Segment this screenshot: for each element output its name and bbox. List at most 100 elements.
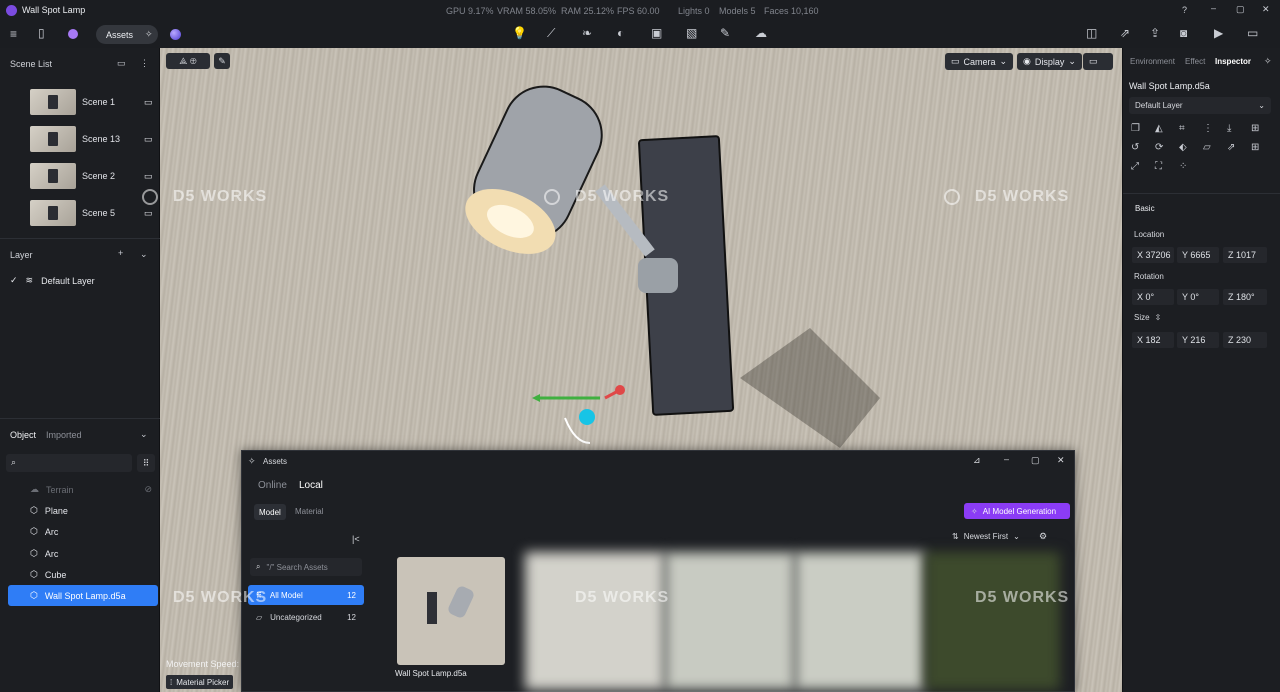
refresh-icon[interactable]: ⟳ — [1155, 142, 1179, 153]
grid-view-button[interactable]: ⠿ — [137, 454, 155, 472]
share-icon[interactable]: ⇗ — [1227, 142, 1251, 153]
pattern-tool-icon[interactable]: ▧ — [686, 26, 697, 40]
lock-ratio-icon[interactable]: ⇳ — [1155, 313, 1162, 322]
hidden-icon[interactable]: ⊘ — [144, 484, 152, 495]
chevron-down-icon[interactable]: ⌄ — [140, 249, 148, 260]
filter-icon[interactable]: ⚙ — [1039, 531, 1047, 542]
object-item-cube[interactable]: ⬡ Cube — [8, 564, 158, 585]
sphere-icon[interactable] — [170, 29, 181, 40]
folder-icon[interactable]: ▱ — [1203, 142, 1227, 153]
mirror-icon[interactable]: ◭ — [1155, 123, 1179, 134]
tab-environment[interactable]: Environment — [1130, 57, 1175, 66]
object-item-wall-spot-lamp[interactable]: ⬡ Wall Spot Lamp.d5a — [8, 585, 158, 606]
tab-effect[interactable]: Effect — [1185, 57, 1205, 66]
leaf-tool-icon[interactable]: ❧ — [582, 26, 592, 40]
assets-button[interactable]: Assets ✧ — [96, 25, 158, 44]
video-tool-icon[interactable]: ▣ — [651, 26, 662, 40]
focus-icon[interactable]: ⌗ — [1179, 123, 1203, 134]
camera-icon[interactable]: ◙ — [1180, 26, 1187, 40]
help-icon[interactable]: ? — [1182, 5, 1187, 15]
cloud-tool-icon[interactable]: ☁ — [755, 26, 767, 40]
layer-item[interactable]: ✓ ≋ Default Layer — [10, 275, 95, 286]
object-item-arc[interactable]: ⬡ Arc — [8, 521, 158, 542]
export-icon[interactable]: ⇗ — [1120, 26, 1130, 40]
collapse-sidebar-icon[interactable]: |< — [352, 534, 360, 544]
material-picker-button[interactable]: ⁞ Material Picker — [166, 675, 234, 689]
scene-item[interactable]: Scene 2 ▭ — [30, 162, 153, 190]
pen-tool-icon[interactable]: ✎ — [720, 26, 730, 40]
tab-material[interactable]: Material — [295, 507, 323, 516]
copy-icon[interactable]: ❐ — [1131, 123, 1155, 134]
location-z-input[interactable]: Z 1017 — [1223, 247, 1267, 263]
maximize-icon[interactable]: ▢ — [1236, 4, 1245, 15]
fire-tool-icon[interactable]: ◐ — [617, 26, 624, 40]
path-tool-icon[interactable]: ⟋ — [547, 26, 555, 41]
asset-thumbnail-blurred[interactable] — [665, 552, 795, 690]
panorama-icon[interactable]: ▭ — [1247, 26, 1258, 40]
object-item-plane[interactable]: ⬡ Plane — [8, 500, 158, 521]
add-icon[interactable]: ⊞ — [1251, 123, 1275, 134]
stack-icon[interactable]: ⬖ — [1179, 142, 1203, 153]
display-dropdown[interactable]: ◉ Display ⌄ — [1017, 53, 1082, 70]
more-icon[interactable]: ⋮ — [140, 58, 149, 69]
rotation-y-input[interactable]: Y 0° — [1177, 289, 1219, 305]
measure-button[interactable]: ✎ — [214, 53, 230, 69]
scale-icon[interactable]: ⤢ — [1131, 161, 1155, 172]
size-y-input[interactable]: Y 216 — [1177, 332, 1219, 348]
scene-item[interactable]: Scene 13 ▭ — [30, 125, 153, 153]
rotation-x-input[interactable]: X 0° — [1132, 289, 1174, 305]
asset-thumbnail-blurred[interactable] — [795, 552, 925, 690]
size-x-input[interactable]: X 182 — [1132, 332, 1174, 348]
object-search-input[interactable]: ⌕ — [6, 454, 132, 472]
basic-section-title[interactable]: Basic — [1135, 204, 1155, 213]
add-layer-icon[interactable]: + — [118, 248, 123, 258]
scene-item[interactable]: Scene 5 ▭ — [30, 199, 153, 227]
close-icon[interactable]: ✕ — [1262, 4, 1270, 15]
asset-thumbnail-blurred[interactable] — [925, 552, 1060, 690]
scatter-icon[interactable]: ⁘ — [1179, 161, 1203, 172]
minimize-icon[interactable]: – — [1004, 454, 1009, 464]
tab-local[interactable]: Local — [299, 480, 323, 491]
pin-icon[interactable]: ✧ — [1264, 56, 1272, 67]
category-uncategorized[interactable]: ▱ Uncategorized 12 — [248, 607, 364, 627]
tab-object[interactable]: Object — [10, 430, 36, 440]
tab-inspector[interactable]: Inspector — [1215, 57, 1251, 66]
pin-icon[interactable]: ⊿ — [973, 455, 981, 466]
object-item-arc[interactable]: ⬡ Arc — [8, 543, 158, 564]
render-icon[interactable]: ◫ — [1086, 26, 1097, 40]
view-options-dropdown[interactable]: ▭ — [1083, 53, 1113, 70]
menu-icon[interactable]: ≡ — [10, 27, 17, 41]
assets-search-input[interactable]: ⌕ "/" Search Assets — [250, 558, 362, 576]
minimize-icon[interactable]: – — [1211, 3, 1216, 13]
camera-dropdown[interactable]: ▭ Camera ⌄ — [945, 53, 1014, 70]
chevron-down-icon[interactable]: ⌄ — [140, 429, 148, 440]
rotation-z-input[interactable]: Z 180° — [1223, 289, 1267, 305]
align-icon[interactable]: ⋮ — [1203, 123, 1227, 134]
asset-item[interactable]: Wall Spot Lamp.d5a — [395, 557, 505, 678]
ai-model-generation-button[interactable]: ✧ AI Model Generation — [964, 503, 1070, 519]
location-x-input[interactable]: X 37206 — [1132, 247, 1174, 263]
tab-online[interactable]: Online — [258, 480, 287, 491]
undo-icon[interactable]: ↺ — [1131, 142, 1155, 153]
location-y-input[interactable]: Y 6665 — [1177, 247, 1219, 263]
asset-thumbnail-blurred[interactable] — [525, 552, 665, 690]
tab-model[interactable]: Model — [254, 504, 286, 520]
video-icon[interactable]: ▶ — [1214, 26, 1223, 40]
object-item-terrain[interactable]: ☁ Terrain ⊘ — [8, 479, 158, 500]
scene-item[interactable]: Scene 1 ▭ — [30, 88, 153, 116]
add-scene-icon[interactable]: ▭ — [117, 58, 126, 69]
file-icon[interactable]: ▯ — [38, 26, 45, 40]
sort-dropdown[interactable]: ⇅ Newest First ⌄ — [952, 532, 1020, 541]
ai-icon[interactable] — [68, 29, 78, 39]
layer-select[interactable]: Default Layer ⌄ — [1129, 97, 1271, 114]
expand-icon[interactable]: ⛶ — [1155, 161, 1179, 172]
size-z-input[interactable]: Z 230 — [1223, 332, 1267, 348]
maximize-icon[interactable]: ▢ — [1031, 455, 1040, 466]
upload-icon[interactable]: ⇪ — [1150, 26, 1160, 40]
group-icon[interactable]: ⊞ — [1251, 142, 1275, 153]
close-icon[interactable]: ✕ — [1057, 455, 1065, 466]
drop-icon[interactable]: ⤓ — [1227, 123, 1251, 134]
transform-mode-button[interactable]: ⟁ ⊕ — [166, 53, 210, 69]
light-tool-icon[interactable]: 💡 — [512, 26, 527, 40]
tab-imported[interactable]: Imported — [46, 430, 82, 440]
